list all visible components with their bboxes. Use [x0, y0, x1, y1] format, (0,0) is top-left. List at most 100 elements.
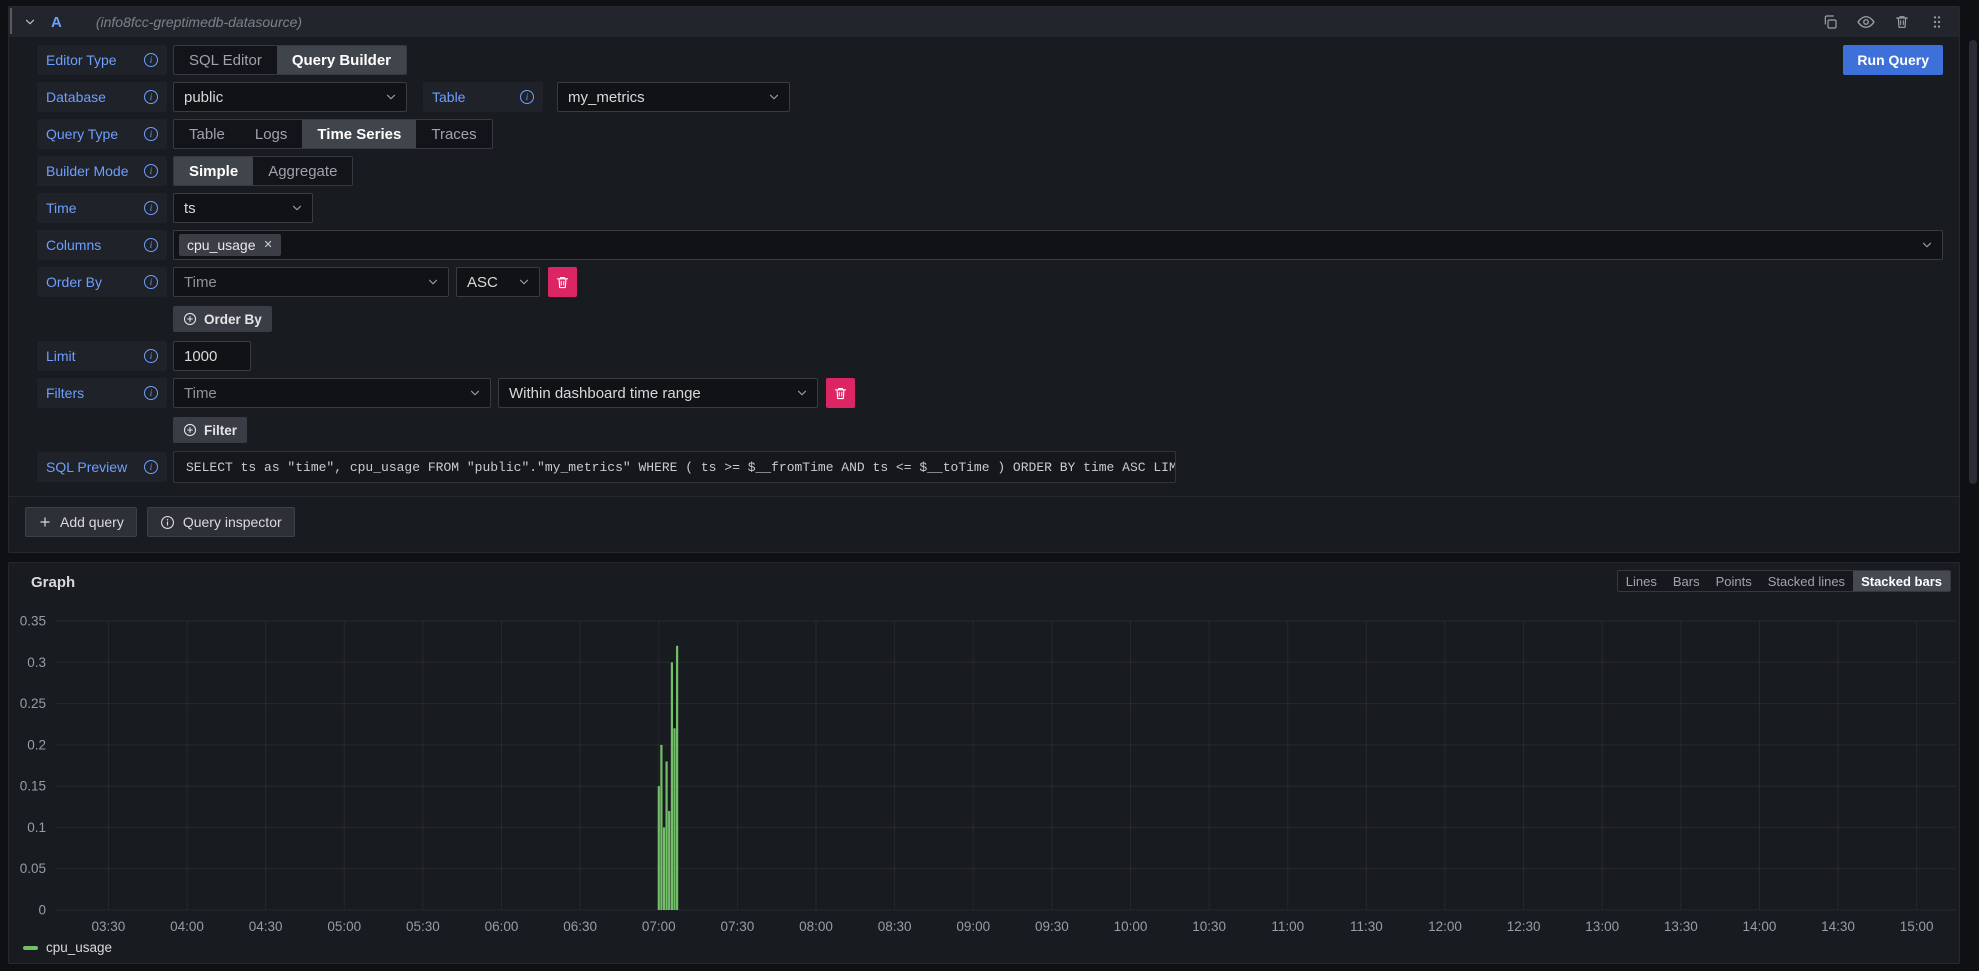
svg-text:08:30: 08:30	[878, 919, 912, 934]
chevron-down-icon	[1920, 238, 1934, 252]
field-row-add-order-by: Order By	[37, 304, 1943, 334]
info-icon[interactable]: i	[144, 201, 158, 215]
row-accent-indicator	[10, 8, 12, 34]
editor-type-option-query-builder[interactable]: Query Builder	[277, 46, 406, 74]
svg-text:10:00: 10:00	[1114, 919, 1148, 934]
svg-text:06:30: 06:30	[563, 919, 597, 934]
display-mode-points[interactable]: Points	[1708, 571, 1760, 591]
filters-label-text: Filters	[46, 385, 84, 401]
svg-text:04:30: 04:30	[249, 919, 283, 934]
info-icon[interactable]: i	[520, 90, 534, 104]
remove-filter-button[interactable]	[826, 378, 855, 408]
field-row-order-by: Order By i Time ASC	[37, 267, 1943, 297]
drag-grip-icon[interactable]	[1929, 14, 1945, 30]
editor-type-option-sql-editor[interactable]: SQL Editor	[174, 46, 277, 74]
database-select-value: public	[184, 89, 223, 106]
display-mode-stacked-lines[interactable]: Stacked lines	[1760, 571, 1853, 591]
query-builder-body: Editor Type i SQL Editor Query Builder D…	[9, 37, 1959, 482]
info-icon[interactable]: i	[144, 460, 158, 474]
query-row-header[interactable]: A (info8fcc-greptimedb-datasource)	[9, 7, 1959, 37]
svg-text:0.15: 0.15	[20, 779, 46, 794]
query-type-switch: Table Logs Time Series Traces	[173, 119, 493, 149]
info-icon[interactable]: i	[144, 275, 158, 289]
chevron-down-icon	[290, 201, 304, 215]
svg-text:04:00: 04:00	[170, 919, 204, 934]
display-mode-bars[interactable]: Bars	[1665, 571, 1708, 591]
svg-text:11:30: 11:30	[1350, 919, 1383, 934]
order-by-label: Order By i	[37, 267, 167, 297]
info-icon[interactable]: i	[144, 349, 158, 363]
add-filter-button[interactable]: Filter	[173, 417, 247, 443]
filters-label: Filters i	[37, 378, 167, 408]
time-select-value: ts	[184, 200, 196, 217]
field-row-columns: Columns i cpu_usage ✕	[37, 230, 1943, 260]
order-by-direction-select[interactable]: ASC	[456, 267, 540, 297]
svg-text:13:30: 13:30	[1664, 919, 1698, 934]
table-label: Table i	[423, 82, 543, 112]
order-by-column-value: Time	[184, 274, 217, 291]
svg-text:12:00: 12:00	[1428, 919, 1462, 934]
field-row-query-type: Query Type i Table Logs Time Series Trac…	[37, 119, 1943, 149]
builder-mode-switch: Simple Aggregate	[173, 156, 353, 186]
field-row-add-filter: Filter	[37, 415, 1943, 445]
scrollbar-thumb[interactable]	[1969, 40, 1977, 484]
filter-column-select[interactable]: Time	[173, 378, 491, 408]
info-icon[interactable]: i	[144, 386, 158, 400]
legend-label: cpu_usage	[46, 940, 112, 955]
query-type-option-time-series[interactable]: Time Series	[302, 120, 416, 148]
chevron-down-icon	[767, 90, 781, 104]
plus-circle-icon	[183, 312, 197, 326]
columns-label: Columns i	[37, 230, 167, 260]
info-icon[interactable]: i	[144, 90, 158, 104]
add-order-by-button[interactable]: Order By	[173, 306, 272, 332]
svg-text:09:00: 09:00	[956, 919, 990, 934]
builder-mode-option-aggregate[interactable]: Aggregate	[253, 157, 352, 185]
limit-label-text: Limit	[46, 348, 76, 364]
run-query-button[interactable]: Run Query	[1843, 45, 1943, 75]
info-icon[interactable]: i	[144, 238, 158, 252]
query-editor-card: A (info8fcc-greptimedb-datasource) Run Q…	[8, 6, 1960, 553]
add-order-by-label: Order By	[204, 312, 262, 327]
query-inspector-button[interactable]: Query inspector	[147, 507, 295, 537]
query-ref-id: A	[51, 14, 62, 31]
order-by-column-select[interactable]: Time	[173, 267, 449, 297]
time-column-select[interactable]: ts	[173, 193, 313, 223]
time-series-chart[interactable]: 00.050.10.150.20.250.30.3503:3004:0004:3…	[9, 607, 1959, 941]
field-row-database-table: Database i public Table i my_metrics	[37, 82, 1943, 112]
duplicate-query-icon[interactable]	[1822, 14, 1838, 30]
svg-text:07:30: 07:30	[720, 919, 754, 934]
limit-input[interactable]	[173, 341, 251, 371]
svg-text:10:30: 10:30	[1192, 919, 1226, 934]
filter-operator-select[interactable]: Within dashboard time range	[498, 378, 818, 408]
display-mode-lines[interactable]: Lines	[1618, 571, 1665, 591]
collapse-chevron-icon[interactable]	[23, 15, 37, 29]
svg-text:14:00: 14:00	[1743, 919, 1777, 934]
database-select[interactable]: public	[173, 82, 407, 112]
field-row-limit: Limit i	[37, 341, 1943, 371]
query-type-option-logs[interactable]: Logs	[240, 120, 303, 148]
svg-text:0: 0	[38, 903, 46, 918]
legend-item-cpu-usage[interactable]: cpu_usage	[23, 940, 112, 955]
field-row-filters: Filters i Time Within dashboard time ran…	[37, 378, 1943, 408]
sql-preview-label-text: SQL Preview	[46, 459, 127, 475]
display-mode-stacked-bars[interactable]: Stacked bars	[1853, 571, 1950, 591]
remove-order-by-button[interactable]	[548, 267, 577, 297]
columns-label-text: Columns	[46, 237, 101, 253]
svg-text:14:30: 14:30	[1821, 919, 1855, 934]
datasource-name: (info8fcc-greptimedb-datasource)	[96, 14, 302, 30]
remove-tag-icon[interactable]: ✕	[264, 240, 273, 251]
query-type-option-table[interactable]: Table	[174, 120, 240, 148]
hide-query-eye-icon[interactable]	[1857, 13, 1875, 31]
info-icon[interactable]: i	[144, 53, 158, 67]
add-query-button[interactable]: Add query	[25, 507, 137, 537]
chevron-down-icon	[426, 275, 440, 289]
delete-query-trash-icon[interactable]	[1894, 14, 1910, 30]
table-label-text: Table	[432, 89, 465, 105]
field-row-sql-preview: SQL Preview i SELECT ts as "time", cpu_u…	[37, 452, 1943, 482]
table-select[interactable]: my_metrics	[557, 82, 790, 112]
query-type-option-traces[interactable]: Traces	[416, 120, 491, 148]
info-icon[interactable]: i	[144, 164, 158, 178]
info-icon[interactable]: i	[144, 127, 158, 141]
columns-multiselect[interactable]: cpu_usage ✕	[173, 230, 1943, 260]
builder-mode-option-simple[interactable]: Simple	[174, 157, 253, 185]
